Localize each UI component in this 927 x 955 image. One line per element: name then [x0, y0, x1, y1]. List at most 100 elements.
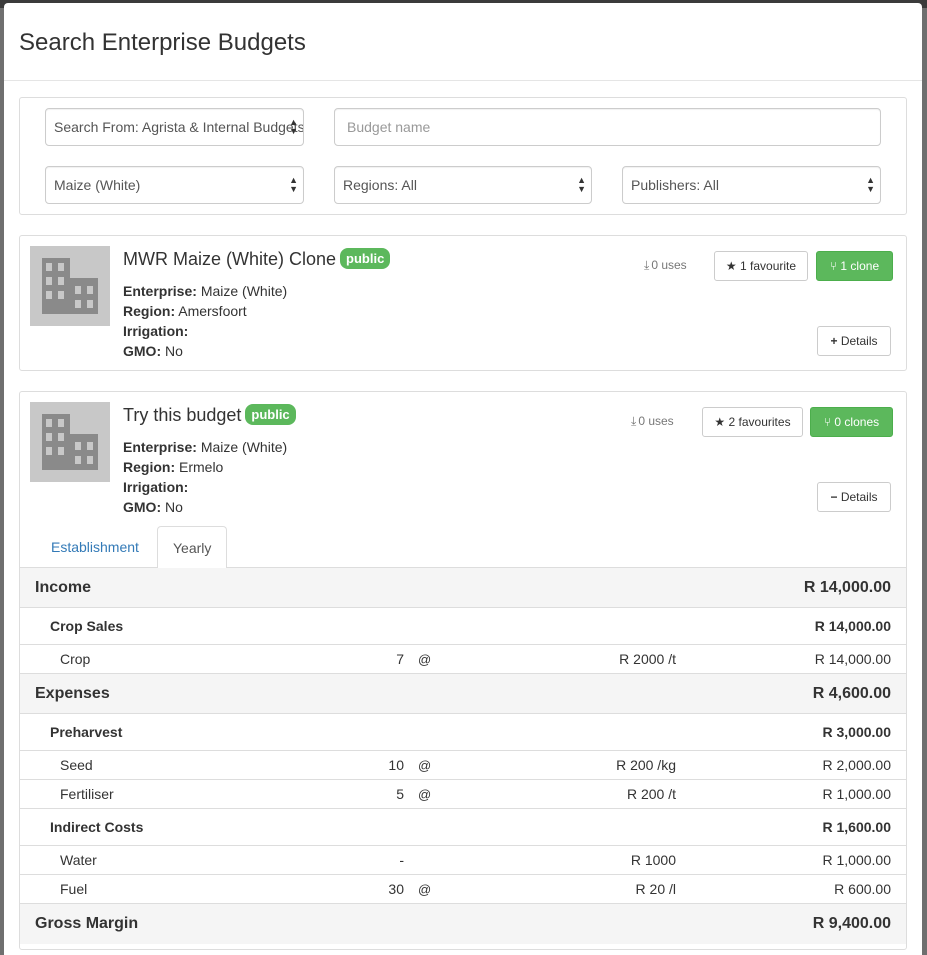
- modal-header: Search Enterprise Budgets: [4, 3, 922, 81]
- gmo-value: No: [165, 343, 183, 359]
- uses-text: 0 uses: [638, 414, 674, 428]
- tab-label: Yearly: [173, 540, 212, 556]
- item-qty: 10: [388, 757, 404, 773]
- group-row: Preharvest R 3,000.00: [20, 714, 906, 751]
- item-label: Fuel: [60, 881, 88, 897]
- enterprise-value: Maize (White): [200, 283, 288, 299]
- item-qty: 30: [388, 881, 404, 897]
- tab-label: Establishment: [51, 539, 139, 555]
- regions-select[interactable]: Regions: All ▲ ▼: [334, 166, 592, 204]
- expenses-row: Expenses R 4,600.00: [20, 674, 906, 714]
- budget-card: Try this budget public Enterprise: Maize …: [19, 391, 907, 950]
- group-total: R 3,000.00: [822, 724, 892, 740]
- details-label: Details: [840, 490, 878, 504]
- fork-icon: ⑂: [823, 415, 832, 429]
- section-total: R 4,600.00: [812, 685, 891, 702]
- uses-count: ⤓ 0 uses: [631, 414, 674, 429]
- favourite-label: 2 favourites: [728, 415, 791, 429]
- clone-button[interactable]: ⑂ 0 clones: [810, 407, 893, 437]
- financial-table: Income R 14,000.00 Crop Sales R 14,000.0…: [20, 568, 906, 944]
- clone-button[interactable]: ⑂ 1 clone: [816, 251, 893, 281]
- item-qty: 7: [396, 651, 404, 667]
- item-amount: R 2,000.00: [822, 757, 892, 773]
- budget-title: Try this budget public: [123, 404, 296, 426]
- item-at: @: [418, 758, 432, 773]
- select-arrows-icon: ▲ ▼: [289, 175, 298, 194]
- clone-label: 0 clones: [834, 415, 880, 429]
- section-label: Income: [35, 579, 92, 596]
- item-at: @: [418, 882, 432, 897]
- tab-establishment[interactable]: Establishment: [35, 526, 155, 568]
- item-amount: R 1,000.00: [822, 786, 892, 802]
- irrigation-label: Irrigation:: [123, 479, 189, 495]
- gmo-value: No: [165, 499, 183, 515]
- details-button[interactable]: + Details: [817, 326, 891, 356]
- select-arrows-icon: ▲ ▼: [289, 117, 298, 136]
- irrigation-label: Irrigation:: [123, 323, 189, 339]
- item-at: @: [418, 787, 432, 802]
- filter-panel: Search From: Agrista & Internal Budgets …: [19, 97, 907, 215]
- budget-tabs: Establishment Yearly: [20, 526, 906, 569]
- item-rate: R 1000: [630, 852, 676, 868]
- search-from-value: Search From: Agrista & Internal Budgets: [54, 119, 304, 135]
- line-item-row: Fuel 30 @ R 20 /l R 600.00: [20, 875, 906, 904]
- enterprise-label: Enterprise:: [123, 439, 197, 455]
- budget-meta: Enterprise: Maize (White) Region: Amersf…: [123, 281, 287, 361]
- group-label: Preharvest: [50, 724, 123, 740]
- group-label: Crop Sales: [50, 618, 124, 634]
- public-badge: public: [340, 248, 391, 269]
- group-row: Indirect Costs R 1,600.00: [20, 809, 906, 846]
- building-icon: [30, 246, 110, 326]
- group-total: R 1,600.00: [822, 819, 892, 835]
- region-value: Ermelo: [179, 459, 224, 475]
- modal-body: Search From: Agrista & Internal Budgets …: [19, 97, 907, 950]
- item-amount: R 1,000.00: [822, 852, 892, 868]
- star-icon: ★: [725, 259, 737, 273]
- clone-label: 1 clone: [840, 259, 880, 273]
- budget-meta: Enterprise: Maize (White) Region: Ermelo…: [123, 437, 287, 517]
- section-label: Expenses: [35, 685, 110, 702]
- fork-icon: ⑂: [829, 259, 838, 273]
- income-row: Income R 14,000.00: [20, 568, 906, 608]
- item-rate: R 2000 /t: [619, 651, 676, 667]
- item-label: Seed: [60, 757, 93, 773]
- item-amount: R 14,000.00: [814, 651, 891, 667]
- item-rate: R 20 /l: [635, 881, 676, 897]
- details-label: Details: [840, 334, 878, 348]
- favourite-button[interactable]: ★ 1 favourite: [714, 251, 808, 281]
- item-at: @: [418, 652, 432, 667]
- budget-title: MWR Maize (White) Clone public: [123, 248, 391, 270]
- favourite-button[interactable]: ★ 2 favourites: [702, 407, 803, 437]
- item-rate: R 200 /kg: [616, 757, 676, 773]
- item-qty: 5: [396, 786, 404, 802]
- publishers-value: Publishers: All: [631, 177, 719, 193]
- region-value: Amersfoort: [178, 303, 247, 319]
- budget-name-input[interactable]: Budget name: [334, 108, 881, 146]
- gross-margin-row: Gross Margin R 9,400.00: [20, 904, 906, 944]
- publishers-select[interactable]: Publishers: All ▲ ▼: [622, 166, 881, 204]
- building-icon: [30, 402, 110, 482]
- budget-name-placeholder: Budget name: [347, 119, 431, 135]
- uses-text: 0 uses: [651, 258, 687, 272]
- tab-yearly[interactable]: Yearly: [157, 526, 228, 569]
- select-arrows-icon: ▲ ▼: [577, 175, 586, 194]
- item-qty: -: [399, 852, 404, 868]
- uses-count: ⤓ 0 uses: [644, 258, 687, 273]
- star-icon: ★: [714, 415, 726, 429]
- commodity-select[interactable]: Maize (White) ▲ ▼: [45, 166, 304, 204]
- commodity-value: Maize (White): [54, 177, 141, 193]
- search-from-select[interactable]: Search From: Agrista & Internal Budgets …: [45, 108, 304, 146]
- minus-icon: −: [830, 490, 838, 504]
- budget-card: MWR Maize (White) Clone public Enterprise…: [19, 235, 907, 371]
- public-badge: public: [245, 404, 296, 425]
- details-button[interactable]: − Details: [817, 482, 891, 512]
- search-budgets-modal: Search Enterprise Budgets Search From: A…: [4, 3, 922, 955]
- line-item-row: Water - R 1000 R 1,000.00: [20, 846, 906, 875]
- region-label: Region:: [123, 303, 176, 319]
- line-item-row: Seed 10 @ R 200 /kg R 2,000.00: [20, 751, 906, 780]
- item-rate: R 200 /t: [626, 786, 676, 802]
- group-label: Indirect Costs: [50, 819, 144, 835]
- enterprise-value: Maize (White): [200, 439, 288, 455]
- item-label: Fertiliser: [60, 786, 114, 802]
- select-arrows-icon: ▲ ▼: [866, 175, 875, 194]
